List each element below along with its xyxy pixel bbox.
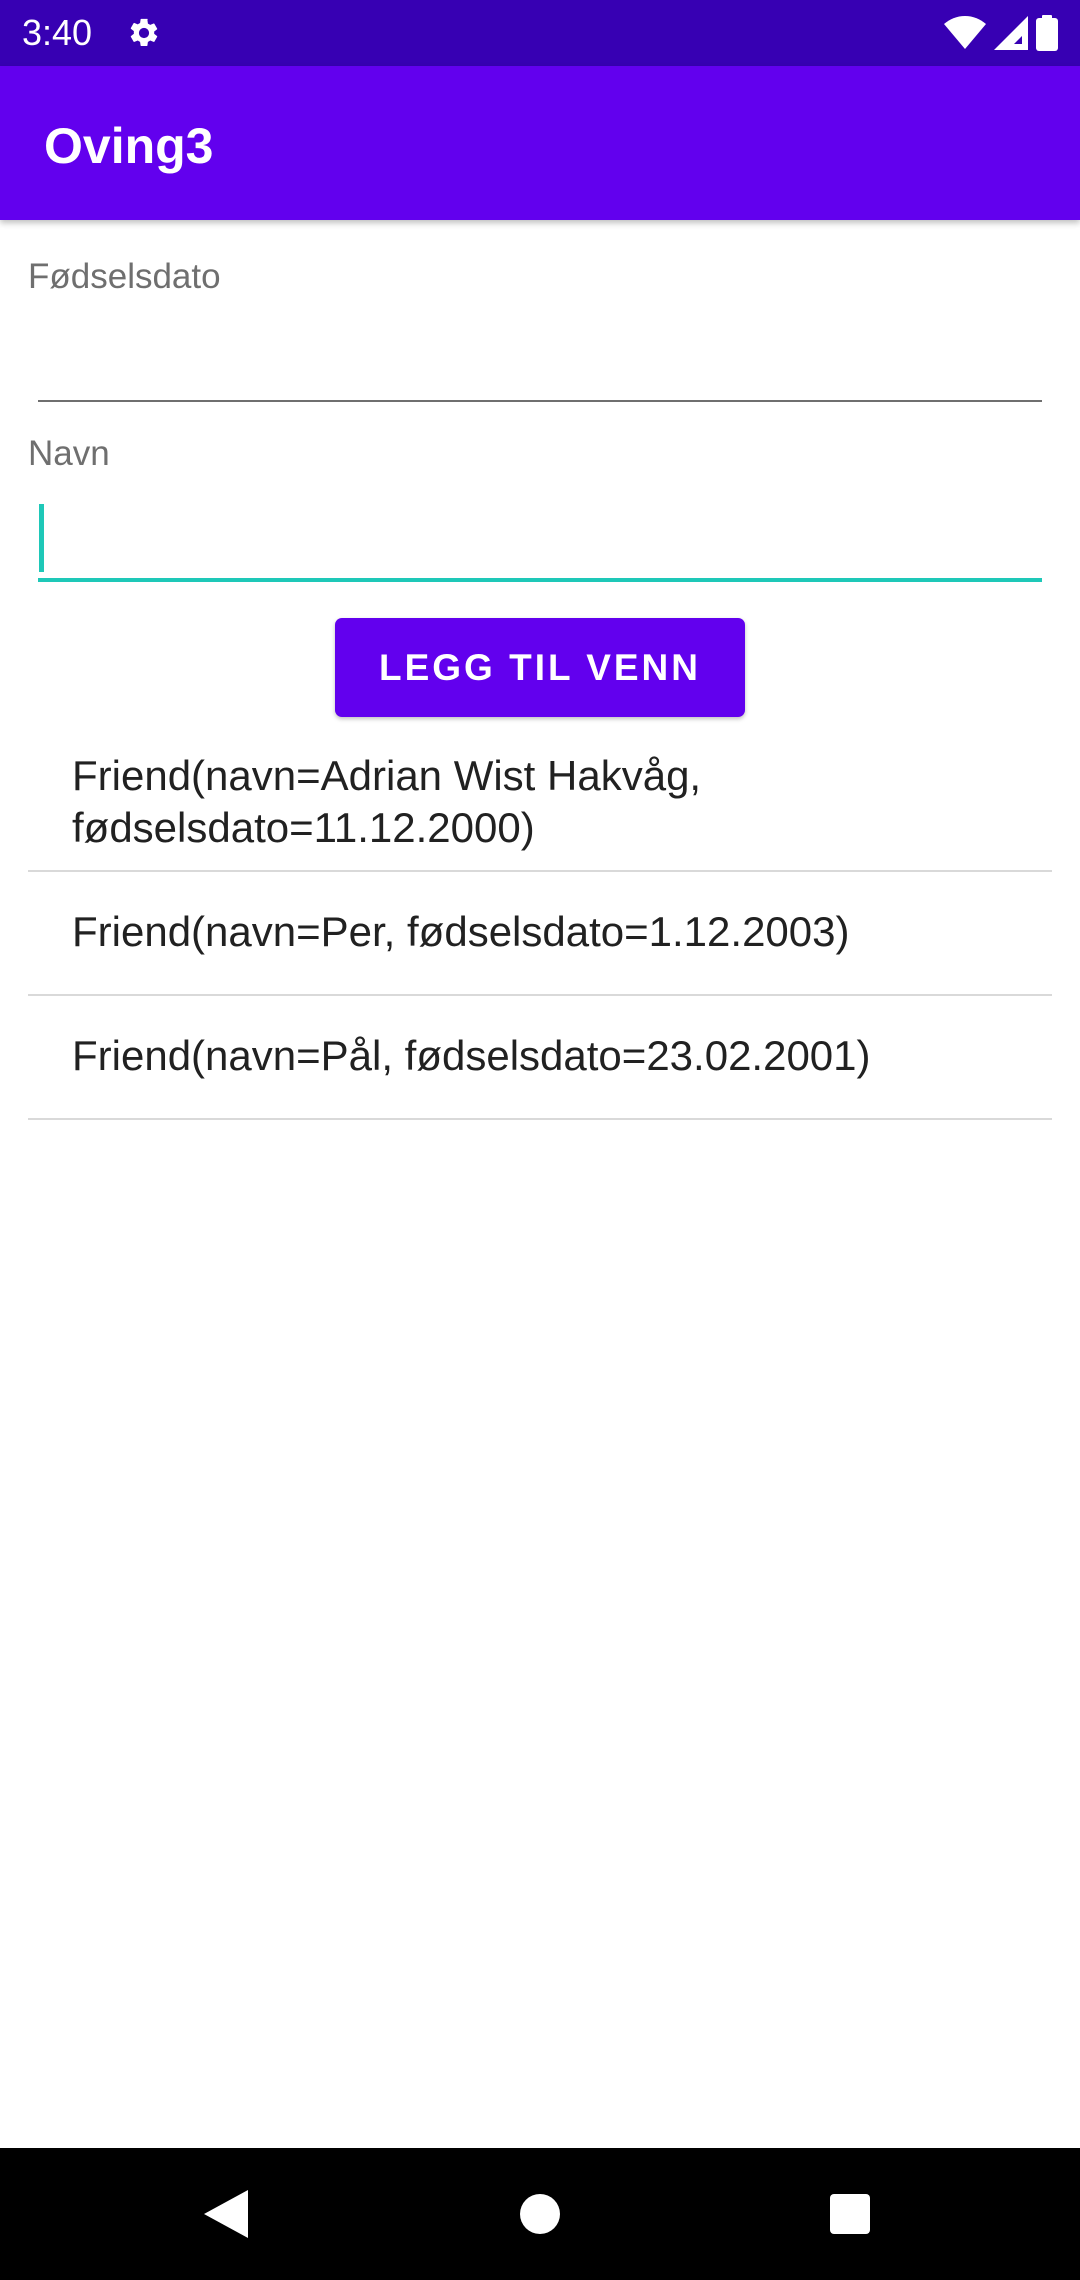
name-input[interactable] xyxy=(38,498,1042,582)
list-item[interactable]: Friend(navn=Pål, fødselsdato=23.02.2001) xyxy=(28,996,1052,1120)
birthdate-input[interactable] xyxy=(38,318,1042,402)
text-cursor xyxy=(39,504,44,572)
home-icon xyxy=(520,2194,560,2234)
app-bar: Oving3 xyxy=(0,66,1080,220)
app-title: Oving3 xyxy=(44,118,214,174)
add-friend-button[interactable]: LEGG TIL VENN xyxy=(335,618,745,717)
name-label: Navn xyxy=(28,434,110,473)
list-item-line-1: Friend(navn=Adrian Wist Hakvåg, xyxy=(72,752,702,799)
status-time: 3:40 xyxy=(22,12,93,53)
recents-button[interactable] xyxy=(750,2148,950,2280)
home-button[interactable] xyxy=(440,2148,640,2280)
wifi-icon xyxy=(944,16,986,49)
back-icon xyxy=(204,2190,248,2238)
recents-icon xyxy=(830,2194,870,2234)
list-item[interactable]: Friend(navn=Per, fødselsdato=1.12.2003) xyxy=(28,872,1052,996)
navigation-bar xyxy=(0,2148,1080,2280)
battery-icon xyxy=(1036,15,1058,51)
list-item[interactable]: Friend(navn=Adrian Wist Hakvåg, fødselsd… xyxy=(28,730,1052,872)
list-item-text: Friend(navn=Pål, fødselsdato=23.02.2001) xyxy=(72,1032,871,1079)
list-item-text: Friend(navn=Per, fødselsdato=1.12.2003) xyxy=(72,908,850,955)
status-icons xyxy=(944,14,1058,52)
status-bar: 3:40 xyxy=(0,0,1080,66)
back-button[interactable] xyxy=(126,2148,326,2280)
screen: 3:40 Oving3 Fødselsdato Navn LEGG TIL VE… xyxy=(0,0,1080,2280)
friend-list: Friend(navn=Adrian Wist Hakvåg, fødselsd… xyxy=(28,730,1052,1120)
birthdate-label: Fødselsdato xyxy=(28,257,221,296)
list-item-line-2: fødselsdato=11.12.2000) xyxy=(72,804,535,851)
gear-icon xyxy=(130,18,158,47)
signal-icon xyxy=(994,16,1028,50)
